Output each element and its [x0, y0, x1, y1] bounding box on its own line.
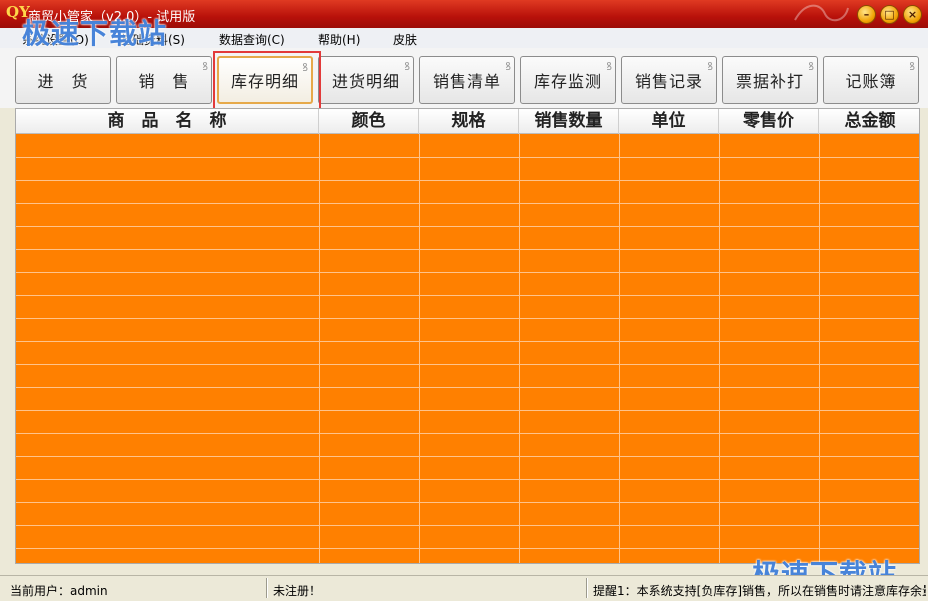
table-column-line [519, 134, 520, 563]
table-row-line [16, 410, 919, 411]
sales-list-button[interactable]: ꝸ 销售清单 [419, 56, 515, 104]
close-button[interactable]: × [903, 5, 922, 24]
purchase-button[interactable]: 进 货 [15, 56, 111, 104]
sales-button-label: 销 售 [138, 72, 190, 91]
status-current-user: 当前用户：admin [10, 584, 108, 598]
receipt-reprint-button[interactable]: ꝸ 票据补打 [722, 56, 818, 104]
maximize-icon: □ [884, 8, 895, 21]
watermark-top: 极速下载站 [22, 17, 168, 50]
purchase-detail-button[interactable]: ꝸ 进货明细 [318, 56, 414, 104]
table-row-line [16, 479, 919, 480]
close-icon: × [907, 8, 918, 21]
minimize-icon: – [863, 8, 870, 21]
purchase-detail-button-label: 进货明细 [331, 72, 400, 91]
table-row-line [16, 548, 919, 549]
col-total-amount[interactable]: 总金额 [819, 109, 919, 134]
menu-help[interactable]: 帮助(H) [318, 31, 360, 48]
table-row-line [16, 203, 919, 204]
maximize-button[interactable]: □ [880, 5, 899, 24]
inventory-grid[interactable]: 商 品 名 称 颜色 规格 销售数量 单位 零售价 总金额 [15, 108, 920, 564]
table-column-line [619, 134, 620, 563]
title-swirl-decoration [794, 4, 849, 22]
table-row-line [16, 364, 919, 365]
sales-record-button[interactable]: ꝸ 销售记录 [621, 56, 717, 104]
curl-icon: ꝸ [404, 60, 411, 73]
curl-icon: ꝸ [808, 60, 815, 73]
ledger-button[interactable]: ꝸ 记账簿 [823, 56, 919, 104]
curl-icon: ꝸ [202, 60, 209, 73]
table-row-line [16, 318, 919, 319]
table-row-line [16, 180, 919, 181]
table-row-line [16, 226, 919, 227]
status-separator [586, 578, 588, 598]
col-sales-qty[interactable]: 销售数量 [519, 109, 619, 134]
table-row-line [16, 272, 919, 273]
table-column-line [719, 134, 720, 563]
status-registration: 未注册！ [273, 584, 322, 598]
status-bar: 当前用户：admin 未注册！ 提醒1：本系统支持[负库存]销售，所以在销售时请… [0, 575, 928, 601]
curl-icon: ꝸ [606, 60, 613, 73]
table-row-line [16, 341, 919, 342]
minimize-button[interactable]: – [857, 5, 876, 24]
sales-list-button-label: 销售清单 [432, 72, 501, 91]
status-tip: 提醒1：本系统支持[负库存]销售，所以在销售时请注意库存余量 [593, 584, 926, 598]
table-column-line [419, 134, 420, 563]
menu-data-query[interactable]: 数据查询(C) [219, 31, 285, 48]
col-unit[interactable]: 单位 [619, 109, 719, 134]
inventory-monitor-button-label: 库存监测 [533, 72, 602, 91]
sales-button[interactable]: ꝸ销 售 [116, 56, 212, 104]
ledger-button-label: 记账簿 [845, 72, 897, 91]
curl-icon: ꝸ [505, 60, 512, 73]
toolbar: 进 货 ꝸ销 售 ꝸ 库存明细 ꝸ 进货明细 ꝸ 销售清单 ꝸ 库存监测 ꝸ 销售记录 ꝸ… [0, 48, 928, 108]
highlight-frame [213, 51, 321, 111]
table-row-line [16, 249, 919, 250]
menu-skin[interactable]: 皮肤 [393, 31, 417, 48]
grid-header: 商 品 名 称 颜色 规格 销售数量 单位 零售价 总金额 [16, 109, 919, 134]
sales-record-button-label: 销售记录 [634, 72, 703, 91]
purchase-button-label: 进 货 [37, 72, 89, 91]
table-row-line [16, 157, 919, 158]
col-color[interactable]: 颜色 [319, 109, 419, 134]
col-retail-price[interactable]: 零售价 [719, 109, 819, 134]
table-row-line [16, 525, 919, 526]
col-spec[interactable]: 规格 [419, 109, 519, 134]
curl-icon: ꝸ [909, 60, 916, 73]
table-row-line [16, 295, 919, 296]
receipt-reprint-button-label: 票据补打 [735, 72, 804, 91]
inventory-monitor-button[interactable]: ꝸ 库存监测 [520, 56, 616, 104]
col-product-name[interactable]: 商 品 名 称 [16, 109, 319, 134]
table-column-line [319, 134, 320, 563]
table-row-line [16, 456, 919, 457]
table-column-line [819, 134, 820, 563]
table-row-line [16, 433, 919, 434]
table-row-line [16, 502, 919, 503]
curl-icon: ꝸ [707, 60, 714, 73]
table-row-line [16, 387, 919, 388]
status-separator [266, 578, 268, 598]
